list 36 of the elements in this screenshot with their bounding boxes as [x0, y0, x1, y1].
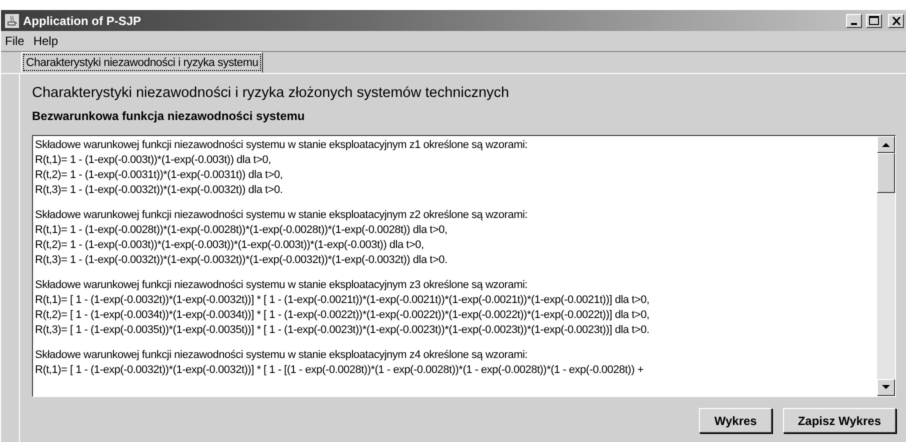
close-button[interactable] [888, 14, 904, 28]
formula-line: R(t,1)= 1 - (1-exp(-0.0028t))*(1-exp(-0.0028t))*(1-exp(-0.0028t))*(1-exp(-0.0028t)) dla t>0, [35, 223, 448, 238]
minimize-button[interactable] [846, 14, 862, 28]
formula-line: Składowe warunkowej funkcji niezawodności systemu w stanie eksploatacyjnym z3 określone są wzorami: [35, 278, 528, 293]
formula-line: R(t,3)= [ 1 - (1-exp(-0.0035t))*(1-exp(-0.0035t))] * [ 1 - (1-exp(-0.0023t))*(1-exp(-0.0023t))*(1-exp(-0.0023t))*(1-exp(-0.0023t))] dla t>0. [35, 323, 650, 338]
formula-line: R(t,3)= 1 - (1-exp(-0.0032t))*(1-exp(-0.0032t))*(1-exp(-0.0032t))*(1-exp(-0.0032t)) dla t>0. [35, 253, 448, 268]
formula-line: R(t,1)= [ 1 - (1-exp(-0.0032t))*(1-exp(-0.0032t))] * [ 1 - (1-exp(-0.0021t))*(1-exp(-0.0021t))*(1-exp(-0.0021t))*(1-exp(-0.0021t))] dla t>0, [35, 293, 650, 308]
scroll-thumb[interactable] [877, 153, 895, 193]
down-arrow-icon [882, 385, 890, 390]
formula-line: R(t,2)= 1 - (1-exp(-0.003t))*(1-exp(-0.003t))*(1-exp(-0.003t))*(1-exp(-0.003t)) dla t>0, [35, 238, 425, 253]
minimize-icon [851, 22, 857, 24]
window-title: Application of P-SJP [23, 14, 142, 28]
section-heading: Bezwarunkowa funkcja niezawodności systemu [32, 109, 306, 125]
formula-line: Składowe warunkowej funkcji niezawodności systemu w stanie eksploatacyjnym z2 określone są wzorami: [35, 208, 528, 223]
formula-line: R(t,1)= [ 1 - (1-exp(-0.0032t))*(1-exp(-0.0032t))] * [ 1 - [(1 - exp(-0.0028t))*(1 - exp(-0.0028t))*(1 - exp(-0.0028t))*(1 - exp(-0.0028t)) + [35, 363, 644, 378]
menu-item[interactable]: Help [29, 34, 64, 48]
maximize-icon [869, 16, 879, 25]
formula-line: Składowe warunkowej funkcji niezawodności systemu w stanie eksploatacyjnym z4 określone są wzorami: [35, 348, 528, 363]
formula-line: R(t,1)= 1 - (1-exp(-0.003t))*(1-exp(-0.003t)) dla t>0, [35, 153, 272, 168]
scroll-down-button[interactable] [877, 379, 895, 396]
action-button[interactable]: Wykres [699, 408, 772, 433]
formula-line: R(t,2)= [ 1 - (1-exp(-0.0034t))*(1-exp(-0.0034t))] * [ 1 - (1-exp(-0.0022t))*(1-exp(-0.0022t))*(1-exp(-0.0022t))*(1-exp(-0.0022t))] dla t>0, [35, 308, 650, 323]
menu-item[interactable]: File [1, 34, 30, 48]
coffee-cup-icon [5, 14, 19, 28]
scroll-up-button[interactable] [877, 136, 895, 153]
action-button[interactable]: Zapisz Wykres [782, 408, 896, 433]
formula-line: R(t,3)= 1 - (1-exp(-0.0032t))*(1-exp(-0.0032t)) dla t>0. [35, 183, 284, 198]
up-arrow-icon [882, 142, 890, 147]
tab[interactable]: Charakterystyki niezawodności i ryzyka systemu [21, 52, 264, 73]
maximize-button[interactable] [866, 14, 882, 28]
formula-line: Składowe warunkowej funkcji niezawodności systemu w stanie eksploatacyjnym z1 określone są wzorami: [35, 138, 528, 153]
text-area[interactable] [32, 135, 896, 397]
scrollbar[interactable] [877, 136, 895, 396]
formula-line: R(t,2)= 1 - (1-exp(-0.0031t))*(1-exp(-0.0031t)) dla t>0, [35, 168, 284, 183]
close-icon [892, 16, 900, 24]
panel-heading: Charakterystyki niezawodności i ryzyka złożonych systemów technicznych [32, 84, 510, 103]
